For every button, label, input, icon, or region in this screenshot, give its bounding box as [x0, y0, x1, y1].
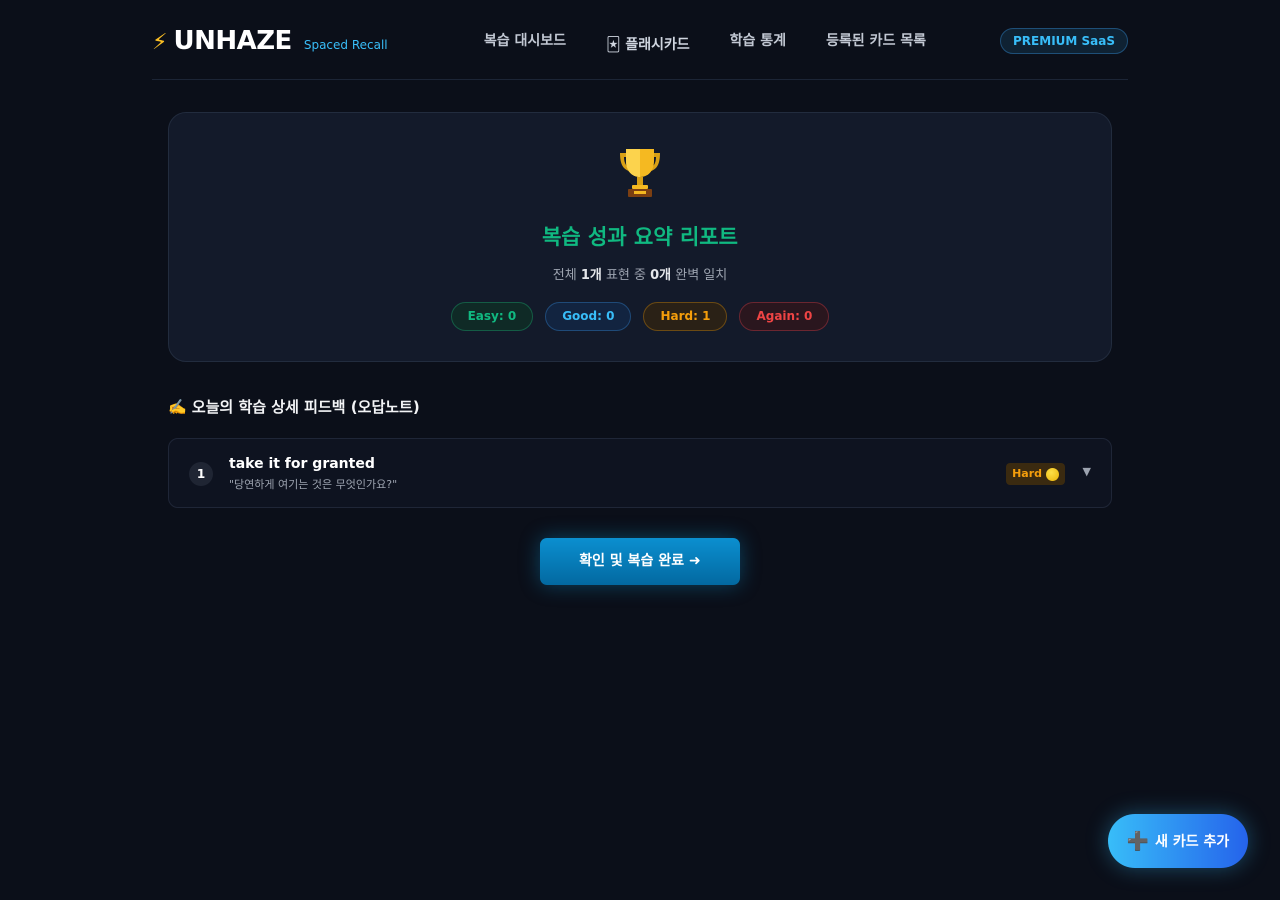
summary-subtitle: 전체 1개 표현 중 0개 완벽 일치: [552, 268, 728, 283]
easy-pill: Easy: 0: [450, 302, 534, 331]
confirm-complete-button[interactable]: 확인 및 복습 완료 ➜: [540, 538, 740, 585]
feedback-item[interactable]: 1 take it for granted "당연하게 여기는 것은 무엇인가요…: [168, 438, 1112, 508]
summary-card: 복습 성과 요약 리포트 전체 1개 표현 중 0개 완벽 일치 Easy: 0…: [168, 112, 1112, 362]
nav-flashcards[interactable]: 🃏 플래시카드: [606, 34, 690, 54]
nav-card-list[interactable]: 등록된 카드 목록: [826, 30, 926, 50]
add-card-button[interactable]: ➕ 새 카드 추가: [1108, 814, 1248, 868]
logo[interactable]: ⚡ UNHAZE Spaced Recall: [152, 26, 388, 56]
chevron-down-icon[interactable]: ▼: [1083, 465, 1091, 478]
summary-title: 복습 성과 요약 리포트: [542, 225, 738, 249]
yellow-circle-icon: [1046, 467, 1059, 481]
feedback-section-title: ✍️ 오늘의 학습 상세 피드백 (오답노트): [168, 398, 420, 416]
logo-subtitle: Spaced Recall: [303, 38, 388, 52]
rating-pills: Easy: 0 Good: 0 Hard: 1 Again: 0: [169, 302, 1111, 331]
item-number: 1: [189, 462, 213, 486]
item-rating-badge: Hard: [1006, 463, 1065, 485]
good-pill: Good: 0: [545, 302, 632, 331]
nav-statistics[interactable]: 학습 통계: [730, 30, 786, 50]
premium-badge: PREMIUM SaaS: [1000, 28, 1128, 54]
item-question: "당연하게 여기는 것은 무엇인가요?": [229, 478, 398, 491]
item-term: take it for granted: [229, 456, 375, 472]
plus-icon: ➕: [1126, 830, 1150, 852]
total-count: 1개: [580, 268, 602, 283]
hard-pill: Hard: 1: [643, 302, 728, 331]
logo-text: UNHAZE: [173, 26, 292, 56]
nav-review-dashboard[interactable]: 복습 대시보드: [484, 30, 566, 50]
main-nav: 복습 대시보드 🃏 플래시카드 학습 통계 등록된 카드 목록: [484, 30, 926, 53]
top-header: ⚡ UNHAZE Spaced Recall 복습 대시보드 🃏 플래시카드 학…: [152, 0, 1128, 80]
rating-label: Hard: [1012, 467, 1042, 480]
perfect-count: 0개: [650, 268, 672, 283]
again-pill: Again: 0: [739, 302, 830, 331]
trophy-icon: [169, 147, 1111, 199]
lightning-icon: ⚡: [152, 30, 168, 55]
app-page: ⚡ UNHAZE Spaced Recall 복습 대시보드 🃏 플래시카드 학…: [0, 0, 1280, 900]
add-card-label: 새 카드 추가: [1155, 834, 1230, 850]
